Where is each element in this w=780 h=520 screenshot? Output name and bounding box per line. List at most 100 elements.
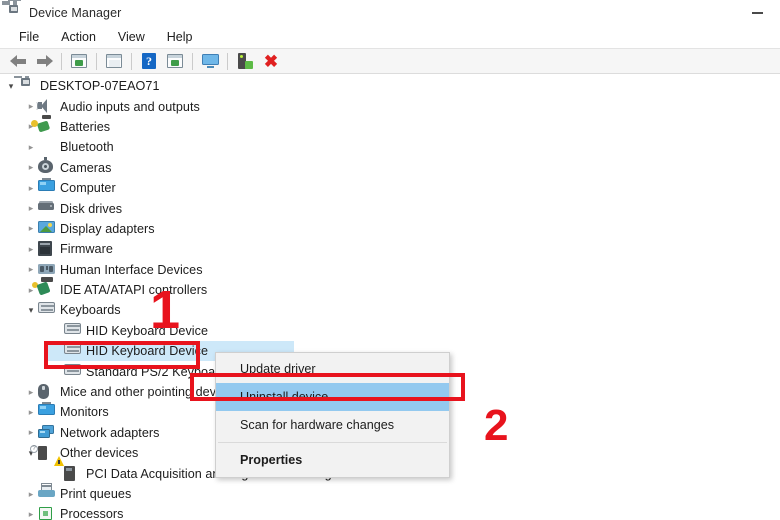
properties-button[interactable] bbox=[101, 50, 127, 72]
toolbar: ? ✖ bbox=[0, 48, 780, 74]
context-menu-item-properties[interactable]: Properties bbox=[216, 446, 449, 474]
enable-device-button[interactable] bbox=[232, 50, 258, 72]
title-bar: Device Manager bbox=[0, 0, 780, 26]
hid-icon bbox=[38, 262, 55, 278]
uninstall-device-icon: ✖ bbox=[263, 51, 279, 71]
tree-item-bluetooth[interactable]: ▸ Bluetooth bbox=[0, 137, 780, 157]
tree-item-label: Bluetooth bbox=[60, 140, 114, 155]
chevron-down-icon[interactable]: ▾ bbox=[4, 76, 18, 96]
tree-item-display-adapters[interactable]: ▸ Display adapters bbox=[0, 219, 780, 239]
minimize-button[interactable] bbox=[734, 0, 780, 26]
keyboard-icon bbox=[64, 322, 81, 339]
chevron-right-icon[interactable]: ▸ bbox=[24, 239, 38, 259]
ide-controller-icon bbox=[32, 277, 55, 298]
network-adapter-icon bbox=[38, 424, 55, 441]
camera-icon bbox=[38, 156, 55, 176]
other-device-icon: ? bbox=[30, 445, 55, 461]
chevron-right-icon[interactable]: ▸ bbox=[24, 260, 38, 280]
device-manager-icon bbox=[2, 0, 22, 21]
tree-item-label: Processors bbox=[60, 507, 124, 520]
tree-item-human-interface-devices[interactable]: ▸ Human Interface Devices bbox=[0, 260, 780, 280]
disk-drive-icon bbox=[38, 200, 55, 217]
menu-help[interactable]: Help bbox=[156, 28, 204, 46]
chevron-right-icon[interactable]: ▸ bbox=[24, 178, 38, 198]
print-queue-icon bbox=[38, 483, 55, 502]
warning-device-icon bbox=[54, 455, 81, 482]
toolbar-separator bbox=[192, 52, 193, 70]
forward-arrow-icon bbox=[36, 54, 53, 68]
tree-item-label: Display adapters bbox=[60, 221, 155, 236]
menu-view[interactable]: View bbox=[107, 28, 156, 46]
tree-item-label: Disk drives bbox=[60, 201, 123, 216]
display-adapter-icon bbox=[38, 220, 55, 237]
show-hide-console-tree-icon bbox=[71, 54, 87, 68]
chevron-right-icon[interactable]: ▸ bbox=[24, 484, 38, 504]
chevron-right-icon[interactable]: ▸ bbox=[24, 504, 38, 520]
processor-icon bbox=[38, 506, 55, 520]
forward-button[interactable] bbox=[31, 50, 57, 72]
enable-device-icon bbox=[237, 53, 253, 69]
tree-item-disk-drives[interactable]: ▸ Disk drives bbox=[0, 198, 780, 218]
tree-item-label: Human Interface Devices bbox=[60, 262, 203, 277]
context-menu[interactable]: Update driver Uninstall device Scan for … bbox=[215, 352, 450, 478]
back-button[interactable] bbox=[5, 50, 31, 72]
tree-item-label: Other devices bbox=[60, 446, 139, 461]
keyboard-icon bbox=[38, 302, 55, 318]
tree-item-keyboards[interactable]: ▾ Keyboards bbox=[0, 300, 780, 320]
chevron-right-icon[interactable]: ▸ bbox=[24, 137, 38, 157]
tree-item-label: Network adapters bbox=[60, 425, 160, 440]
update-driver-button[interactable] bbox=[162, 50, 188, 72]
mouse-icon bbox=[38, 384, 55, 400]
annotation-number-step-1: 1 bbox=[150, 280, 181, 340]
tree-item-root[interactable]: ▾ DESKTOP-07EAO71 bbox=[0, 76, 780, 96]
tree-item-computer[interactable]: ▸ Computer bbox=[0, 177, 780, 198]
annotation-box-step-1 bbox=[44, 341, 200, 369]
tree-item-label: Keyboards bbox=[60, 303, 121, 318]
tree-item-firmware[interactable]: ▸ Firmware bbox=[0, 239, 780, 259]
tree-item-cameras[interactable]: ▸ Cameras bbox=[0, 156, 780, 178]
tree-item-label: Monitors bbox=[60, 405, 109, 420]
help-button[interactable]: ? bbox=[136, 50, 162, 72]
battery-icon bbox=[31, 114, 55, 135]
back-arrow-icon bbox=[9, 54, 27, 68]
tree-item-label: Batteries bbox=[60, 119, 111, 134]
chevron-right-icon[interactable]: ▸ bbox=[24, 219, 38, 239]
tree-item-label: Audio inputs and outputs bbox=[60, 99, 200, 114]
toolbar-separator bbox=[61, 52, 62, 70]
speaker-icon bbox=[37, 98, 55, 115]
toolbar-separator bbox=[131, 52, 132, 70]
annotation-box-step-2 bbox=[190, 373, 465, 401]
tree-item-processors[interactable]: ▸ Processors bbox=[0, 504, 780, 520]
menu-action[interactable]: Action bbox=[50, 28, 107, 46]
computer-root-icon bbox=[14, 76, 35, 94]
tree-item-label: Print queues bbox=[60, 487, 132, 501]
monitor-icon bbox=[38, 401, 55, 420]
tree-item-hid-keyboard-device[interactable]: HID Keyboard Device bbox=[0, 321, 780, 341]
chevron-right-icon[interactable]: ▸ bbox=[24, 423, 38, 443]
toolbar-separator bbox=[227, 52, 228, 70]
uninstall-device-button[interactable]: ✖ bbox=[258, 50, 284, 72]
tree-item-batteries[interactable]: ▸ Batteries bbox=[0, 114, 780, 137]
tree-item-print-queues[interactable]: ▸ Print queues bbox=[0, 483, 780, 504]
show-hide-console-tree-button[interactable] bbox=[66, 50, 92, 72]
bluetooth-icon bbox=[38, 139, 55, 155]
tree-item-label: IDE ATA/ATAPI controllers bbox=[60, 283, 208, 298]
context-menu-item-scan-for-hardware-changes[interactable]: Scan for hardware changes bbox=[216, 411, 449, 439]
chevron-right-icon[interactable]: ▸ bbox=[24, 382, 38, 402]
device-manager-window: Device Manager File Action View Help ? ✖… bbox=[0, 0, 780, 520]
chevron-right-icon[interactable]: ▸ bbox=[24, 402, 38, 422]
context-menu-separator bbox=[218, 442, 447, 443]
tree-item-label: DESKTOP-07EAO71 bbox=[40, 79, 160, 94]
menu-file[interactable]: File bbox=[8, 28, 50, 46]
chevron-down-icon[interactable]: ▾ bbox=[24, 300, 38, 320]
scan-hardware-button[interactable] bbox=[197, 50, 223, 72]
monitor-icon bbox=[38, 177, 55, 196]
properties-icon bbox=[106, 54, 122, 68]
chevron-right-icon[interactable]: ▸ bbox=[24, 158, 38, 178]
tree-item-audio-inputs-and-outputs[interactable]: ▸ Audio inputs and outputs bbox=[0, 96, 780, 116]
tree-item-label: Cameras bbox=[60, 160, 112, 175]
tree-item-label: Computer bbox=[60, 181, 116, 196]
chevron-right-icon[interactable]: ▸ bbox=[24, 199, 38, 219]
tree-item-ide-ata-atapi-controllers[interactable]: ▸ IDE ATA/ATAPI controllers bbox=[0, 277, 780, 300]
firmware-icon bbox=[38, 241, 55, 257]
